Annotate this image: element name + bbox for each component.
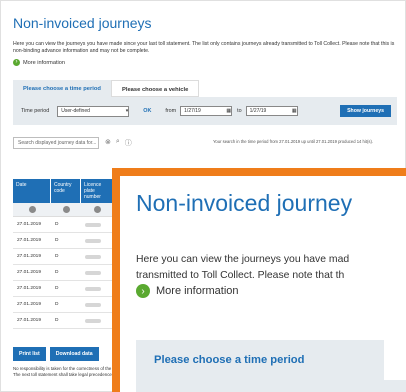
zoom-more-information-label: More information: [156, 285, 239, 297]
cell-date: 27.01.2019: [17, 270, 42, 275]
cell-date: 27.01.2019: [17, 302, 42, 307]
to-label: to: [237, 108, 242, 114]
redacted-plate: [85, 270, 101, 275]
cell-date: 27.01.2019: [17, 238, 42, 243]
cell-date: 27.01.2019: [17, 286, 42, 291]
to-date-value: 1/27/19: [249, 108, 267, 114]
download-data-button[interactable]: Download data: [49, 347, 99, 361]
table-row[interactable]: 27.01.2019 D: [13, 281, 113, 297]
print-list-button[interactable]: Print list: [13, 347, 46, 361]
zoom-page-title: Non-invoiced journey: [136, 190, 353, 216]
to-date-input[interactable]: 1/27/19 ▦: [245, 106, 298, 116]
table-row[interactable]: 27.01.2019 D: [13, 233, 113, 249]
zoom-page-intro: Here you can view the journeys you have …: [136, 252, 406, 284]
from-date-input[interactable]: 1/27/19 ▦: [180, 106, 233, 116]
cell-country: D: [55, 238, 59, 243]
tab-bar: Please choose a time period Please choos…: [13, 80, 200, 97]
table-header: Date Country code Licence plate number: [13, 179, 113, 203]
cell-date: 27.01.2019: [17, 254, 42, 259]
redacted-plate: [85, 254, 101, 259]
zoom-tab-time-period[interactable]: Please choose a time period: [136, 340, 384, 380]
cell-country: D: [55, 222, 59, 227]
zoom-more-information-link[interactable]: › More information: [136, 284, 239, 298]
filter-icon[interactable]: [93, 206, 101, 213]
cell-date: 27.01.2019: [17, 222, 42, 227]
time-period-select[interactable]: User-defined ▾: [57, 105, 130, 117]
page-intro: Here you can view the journeys you have …: [13, 41, 395, 54]
column-header-date[interactable]: Date: [13, 179, 51, 203]
time-period-filter: Time period User-defined ▾ OK from 1/27/…: [13, 97, 397, 125]
column-header-country-code[interactable]: Country code: [51, 179, 81, 203]
search-controls: ⊗ ⌕ ⓘ: [105, 138, 132, 148]
tab-vehicle[interactable]: Please choose a vehicle: [110, 80, 200, 97]
column-filter-row: [13, 203, 113, 217]
from-date-value: 1/27/19: [184, 108, 201, 114]
filter-icon[interactable]: [28, 206, 36, 213]
arrow-right-icon: ›: [13, 59, 20, 66]
info-icon[interactable]: ⓘ: [125, 138, 132, 148]
zoom-intro-line: Here you can view the journeys you have …: [136, 254, 350, 265]
zoom-magnifier-panel: Non-invoiced journey Here you can view t…: [112, 168, 406, 392]
redacted-plate: [85, 302, 101, 307]
zoom-filter-bar: [136, 380, 406, 392]
cell-country: D: [55, 302, 59, 307]
cell-country: D: [55, 254, 59, 259]
arrow-right-icon: ›: [136, 284, 150, 298]
page-title: Non-invoiced journeys: [13, 15, 152, 31]
redacted-plate: [85, 222, 101, 227]
more-information-link[interactable]: › More information: [13, 59, 65, 66]
search-input[interactable]: Search displayed journey data for...: [13, 137, 99, 149]
clear-icon[interactable]: ⊗: [105, 138, 111, 148]
search-summary: Your search in the time period from 27.0…: [213, 139, 374, 144]
ok-button[interactable]: OK: [143, 108, 151, 114]
cell-country: D: [55, 270, 59, 275]
calendar-icon[interactable]: ▦: [292, 108, 297, 114]
cell-country: D: [55, 286, 59, 291]
chevron-down-icon: ▾: [125, 108, 129, 114]
time-period-label: Time period: [21, 108, 50, 114]
filter-icon[interactable]: [62, 206, 70, 213]
column-header-licence-plate[interactable]: Licence plate number: [81, 179, 113, 203]
calendar-icon[interactable]: ▦: [226, 108, 231, 114]
redacted-plate: [85, 318, 101, 323]
journeys-table: Date Country code Licence plate number 2…: [13, 179, 113, 329]
redacted-plate: [85, 286, 101, 291]
more-information-label: More information: [23, 59, 65, 66]
redacted-plate: [85, 238, 101, 243]
zoom-intro-line: transmitted to Toll Collect. Please note…: [136, 270, 345, 281]
table-row[interactable]: 27.01.2019 D: [13, 265, 113, 281]
table-row[interactable]: 27.01.2019 D: [13, 297, 113, 313]
table-row[interactable]: 27.01.2019 D: [13, 313, 113, 329]
disclaimer-note: No responsibility is taken for the corre…: [13, 366, 123, 377]
cell-country: D: [55, 318, 59, 323]
from-label: from: [165, 108, 177, 114]
search-icon[interactable]: ⌕: [116, 138, 120, 148]
table-row[interactable]: 27.01.2019 D: [13, 217, 113, 233]
cell-date: 27.01.2019: [17, 318, 42, 323]
table-actions: Print list Download data: [13, 347, 99, 361]
show-journeys-button[interactable]: Show journeys: [340, 105, 391, 117]
tab-time-period[interactable]: Please choose a time period: [13, 80, 111, 97]
table-row[interactable]: 27.01.2019 D: [13, 249, 113, 265]
time-period-value: User-defined: [61, 108, 90, 114]
